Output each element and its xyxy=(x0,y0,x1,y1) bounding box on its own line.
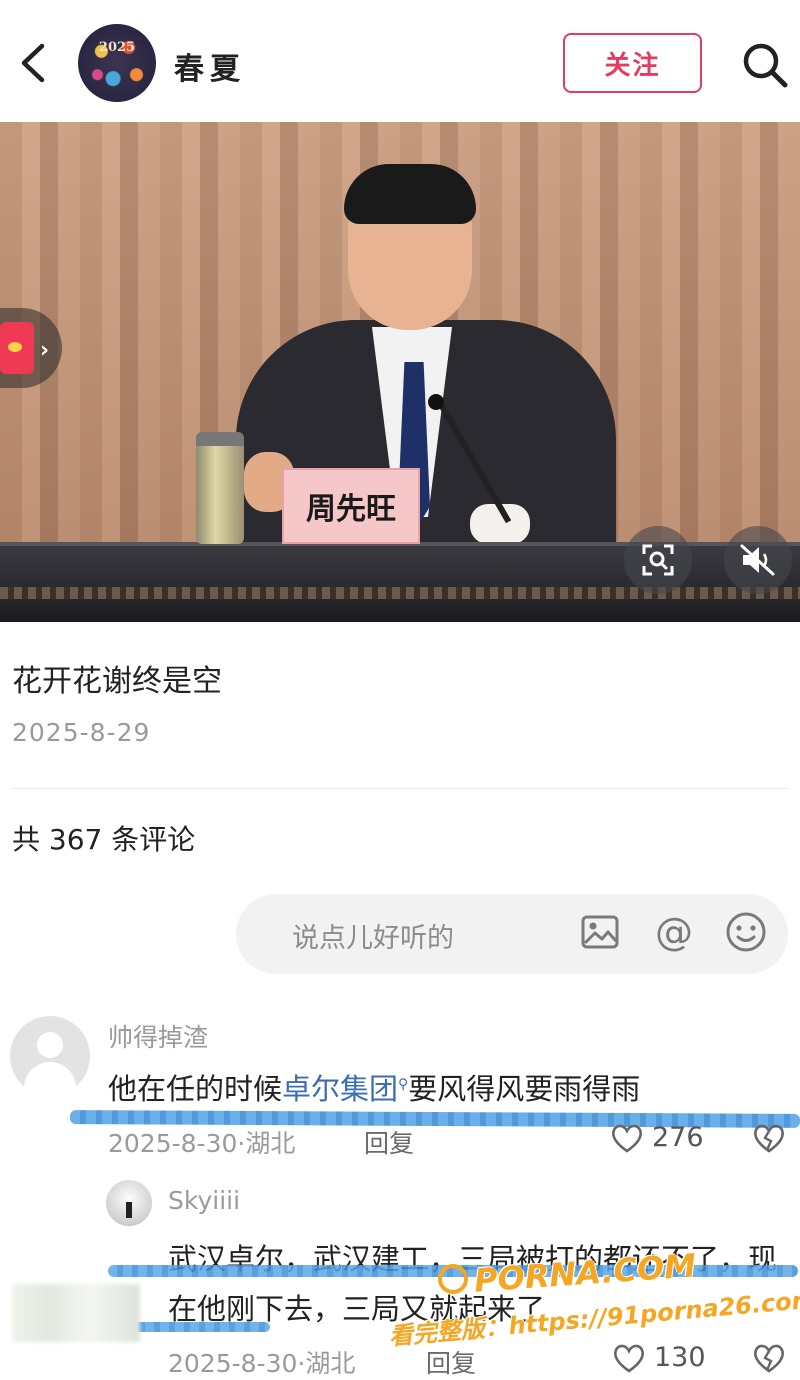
broken-heart-icon[interactable] xyxy=(752,1122,786,1154)
link-search-icon[interactable]: ⚲ xyxy=(398,1076,408,1092)
chevron-right-icon[interactable]: › xyxy=(40,338,49,363)
author-name[interactable]: 春夏 xyxy=(174,44,246,88)
emoji-icon[interactable] xyxy=(724,910,768,954)
reply-meta: 2025-8-30·湖北 xyxy=(168,1349,356,1378)
like-count: 276 xyxy=(652,1122,704,1153)
scan-icon xyxy=(642,544,674,576)
reply-author[interactable]: Skyiiii xyxy=(168,1186,240,1215)
post-date: 2025-8-29 xyxy=(12,718,151,747)
comment-input-placeholder[interactable]: 说点儿好听的 xyxy=(292,916,454,955)
nameplate: 周先旺 xyxy=(282,468,420,544)
comment-text-before: 他在任的时候 xyxy=(108,1072,283,1106)
comment-text: 他在任的时候卓尔集团⚲要风得风要雨得雨 xyxy=(108,1066,640,1108)
default-avatar-body xyxy=(24,1062,76,1096)
comment-text-after: 要风得风要雨得雨 xyxy=(408,1072,641,1106)
reply-button[interactable]: 回复 xyxy=(364,1124,414,1160)
follow-button[interactable]: 关注 xyxy=(563,33,702,93)
heart-icon[interactable] xyxy=(612,1342,646,1374)
watermark-logo xyxy=(438,1264,468,1294)
default-avatar-head xyxy=(37,1032,63,1058)
tea-cup xyxy=(196,432,244,544)
image-icon[interactable] xyxy=(580,912,620,952)
top-bar: 2025 春夏 关注 xyxy=(0,0,800,122)
mute-button[interactable] xyxy=(724,526,792,594)
broken-heart-icon[interactable] xyxy=(752,1342,786,1374)
comment-topic-link[interactable]: 卓尔集团 xyxy=(282,1072,398,1106)
blurred-overlay xyxy=(12,1284,140,1342)
red-packet-seal xyxy=(8,342,22,352)
scan-button[interactable] xyxy=(624,526,692,594)
divider xyxy=(12,788,788,789)
comment-author[interactable]: 帅得掉渣 xyxy=(108,1018,208,1054)
comment-avatar[interactable] xyxy=(10,1016,90,1096)
video-player[interactable]: 周先旺 › xyxy=(0,122,800,622)
mute-icon xyxy=(740,544,775,576)
desk-trim xyxy=(0,587,800,599)
microphone-head xyxy=(428,394,444,410)
comment-count: 共 367 条评论 xyxy=(12,823,196,856)
speaker-hair xyxy=(344,164,476,224)
author-avatar[interactable]: 2025 xyxy=(78,24,156,102)
at-icon[interactable]: @ xyxy=(652,910,696,954)
highlight-underline xyxy=(130,1322,270,1332)
search-icon[interactable] xyxy=(740,40,790,90)
reply-button[interactable]: 回复 xyxy=(426,1344,476,1380)
like-count: 130 xyxy=(654,1342,706,1373)
post-title: 花开花谢终是空 xyxy=(12,664,222,699)
avatar-year-text: 2025 xyxy=(98,40,136,55)
comment-meta: 2025-8-30·湖北 xyxy=(108,1129,296,1158)
avatar-figure xyxy=(126,1202,132,1218)
heart-icon[interactable] xyxy=(610,1122,644,1154)
back-arrow-icon[interactable] xyxy=(14,40,54,86)
reply-avatar[interactable] xyxy=(106,1180,152,1226)
